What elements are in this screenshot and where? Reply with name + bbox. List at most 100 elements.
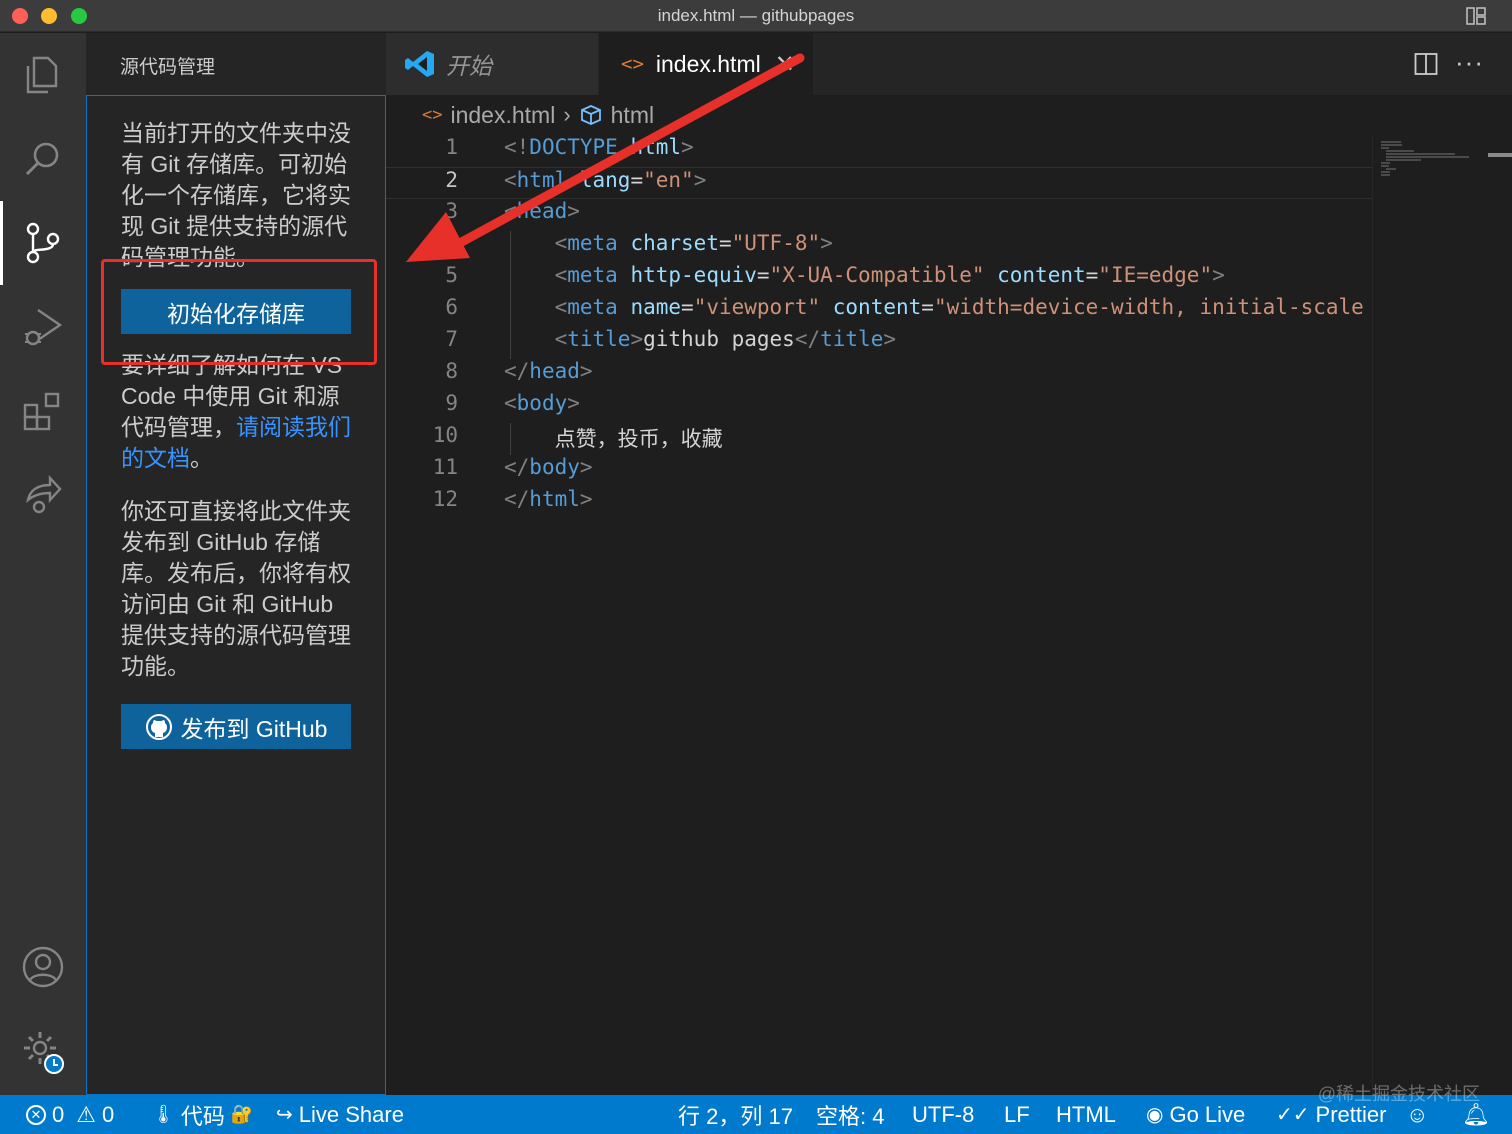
line-number: 5 [445,263,458,287]
search-button[interactable] [0,117,86,201]
tab-welcome[interactable]: 开始 [386,33,598,95]
code-line[interactable]: 2 <html lang="en"> [386,167,1372,199]
live-share-button[interactable] [0,453,86,537]
account-icon [22,946,64,988]
learn-more-text: 要详细了解如何在 VS Code 中使用 Git 和源代码管理，请阅读我们的文档… [121,350,355,474]
code-line[interactable]: 9 <body> [386,391,1372,423]
gear-icon [24,1032,64,1074]
encoding[interactable]: UTF-8 [912,1095,974,1134]
close-tab-icon[interactable]: ✕ [775,50,795,79]
source-control-icon [26,222,60,264]
vscode-logo-icon [405,51,434,77]
code-line[interactable]: 1 <!DOCTYPE html> [386,135,1372,167]
code-token: > [820,231,833,255]
code-editor[interactable]: 1 <!DOCTYPE html> 2 <html lang="en"> 3 <head>… [386,135,1372,1095]
code-token: "viewport" [693,295,821,319]
scrollbar-thumb[interactable] [1488,153,1512,157]
minimap-line [1381,171,1391,173]
code-token: < [504,391,517,415]
code-text: </html> [504,487,593,511]
code-token: < [554,231,568,255]
error-icon: ✕ [26,1104,46,1125]
more-actions-icon[interactable]: ··· [1455,47,1484,78]
split-editor-icon[interactable] [1414,52,1438,76]
minimap[interactable] [1372,135,1512,1095]
code-token: "X-UA-Compatible" [769,263,985,287]
minimap-line [1381,144,1402,146]
sync-status[interactable]: 🌡 代码 🔐 [152,1095,253,1134]
code-token: > [883,327,896,351]
run-debug-icon [25,309,63,346]
code-line[interactable]: 3 <head> [386,199,1372,231]
minimap-line [1385,168,1397,170]
code-line[interactable]: 11 </body> [386,455,1372,487]
explorer-button[interactable] [0,33,86,117]
code-token: < [554,327,568,351]
code-token: body [529,455,580,479]
line-number: 11 [432,455,458,479]
code-token: = [681,295,694,319]
code-token: content [820,295,922,319]
html-file-icon: <> [621,53,644,75]
tab-index-html[interactable]: <> index.html ✕ [599,33,813,95]
source-control-button[interactable] [0,201,86,285]
code-text: <meta name="viewport" content="width=dev… [504,295,1364,319]
line-number: 1 [445,135,458,159]
extensions-button[interactable] [0,369,86,453]
code-text: <html lang="en"> [504,168,706,192]
code-token: > [1212,263,1225,287]
code-line[interactable]: 5 <meta http-equiv="X-UA-Compatible" con… [386,263,1372,295]
code-token: body [516,391,568,415]
accounts-button[interactable] [0,925,86,1009]
files-icon [26,56,58,94]
line-number: 12 [432,487,458,511]
go-live-button[interactable]: ◉ Go Live [1146,1095,1245,1134]
code-token: > [567,391,580,415]
code-token: lang [567,168,631,192]
warning-icon: ⚠ [76,1101,96,1127]
code-text: <!DOCTYPE html> [504,135,694,159]
breadcrumb-symbol[interactable]: html [611,102,654,129]
code-line[interactable]: 7 <title>github pages</title> [386,327,1372,359]
indentation[interactable]: 空格: 4 [816,1095,884,1134]
language-mode[interactable]: HTML [1056,1095,1116,1134]
title-bar: index.html — githubpages [0,0,1512,32]
html-file-icon: <> [422,105,443,125]
no-repo-message: 当前打开的文件夹中没有 Git 存储库。可初始化一个存储库，它将实现 Git 提… [121,120,351,270]
problems-status[interactable]: ✕ 0 ⚠ 0 [26,1095,114,1134]
customize-layout-icon[interactable] [1466,7,1486,25]
code-token: = [921,295,934,319]
code-line[interactable]: 10 点赞，投币，收藏 [386,423,1372,455]
code-token: > [579,359,593,383]
code-token: content [984,263,1086,287]
code-token: "UTF-8" [731,231,821,255]
code-token: DOCTYPE [529,135,618,159]
code-token: < [554,295,568,319]
source-control-welcome: 当前打开的文件夹中没有 Git 存储库。可初始化一个存储库，它将实现 Git 提… [86,95,386,1095]
code-line[interactable]: 4 <meta charset="UTF-8"> [386,231,1372,263]
code-text: <meta charset="UTF-8"> [504,231,833,255]
code-line[interactable]: 8 </head> [386,359,1372,391]
code-token: title [567,327,631,351]
cursor-position[interactable]: 行 2，列 17 [678,1095,793,1134]
window-title: index.html — githubpages [657,6,855,25]
code-token: html [516,168,568,192]
code-token: github pages [643,327,795,351]
end-of-line[interactable]: LF [1004,1095,1030,1134]
initialize-repository-button[interactable]: 初始化存储库 [121,289,351,334]
manage-button[interactable] [0,1009,86,1093]
broadcast-icon: ◉ [1146,1104,1164,1126]
breadcrumb-file[interactable]: index.html [450,102,555,129]
minimap-line [1381,174,1391,176]
code-line[interactable]: 6 <meta name="viewport" content="width=d… [386,295,1372,327]
code-line[interactable]: 12 </html> [386,487,1372,519]
code-text: 点赞，投币，收藏 [504,423,723,453]
code-token: meta [567,263,618,287]
live-share-status[interactable]: ↪ Live Share [276,1095,404,1134]
run-debug-button[interactable] [0,285,86,369]
breadcrumb: <> index.html › html [386,95,1512,135]
code-token: > [693,168,707,192]
publish-to-github-button[interactable]: 发布到 GitHub [121,704,351,749]
